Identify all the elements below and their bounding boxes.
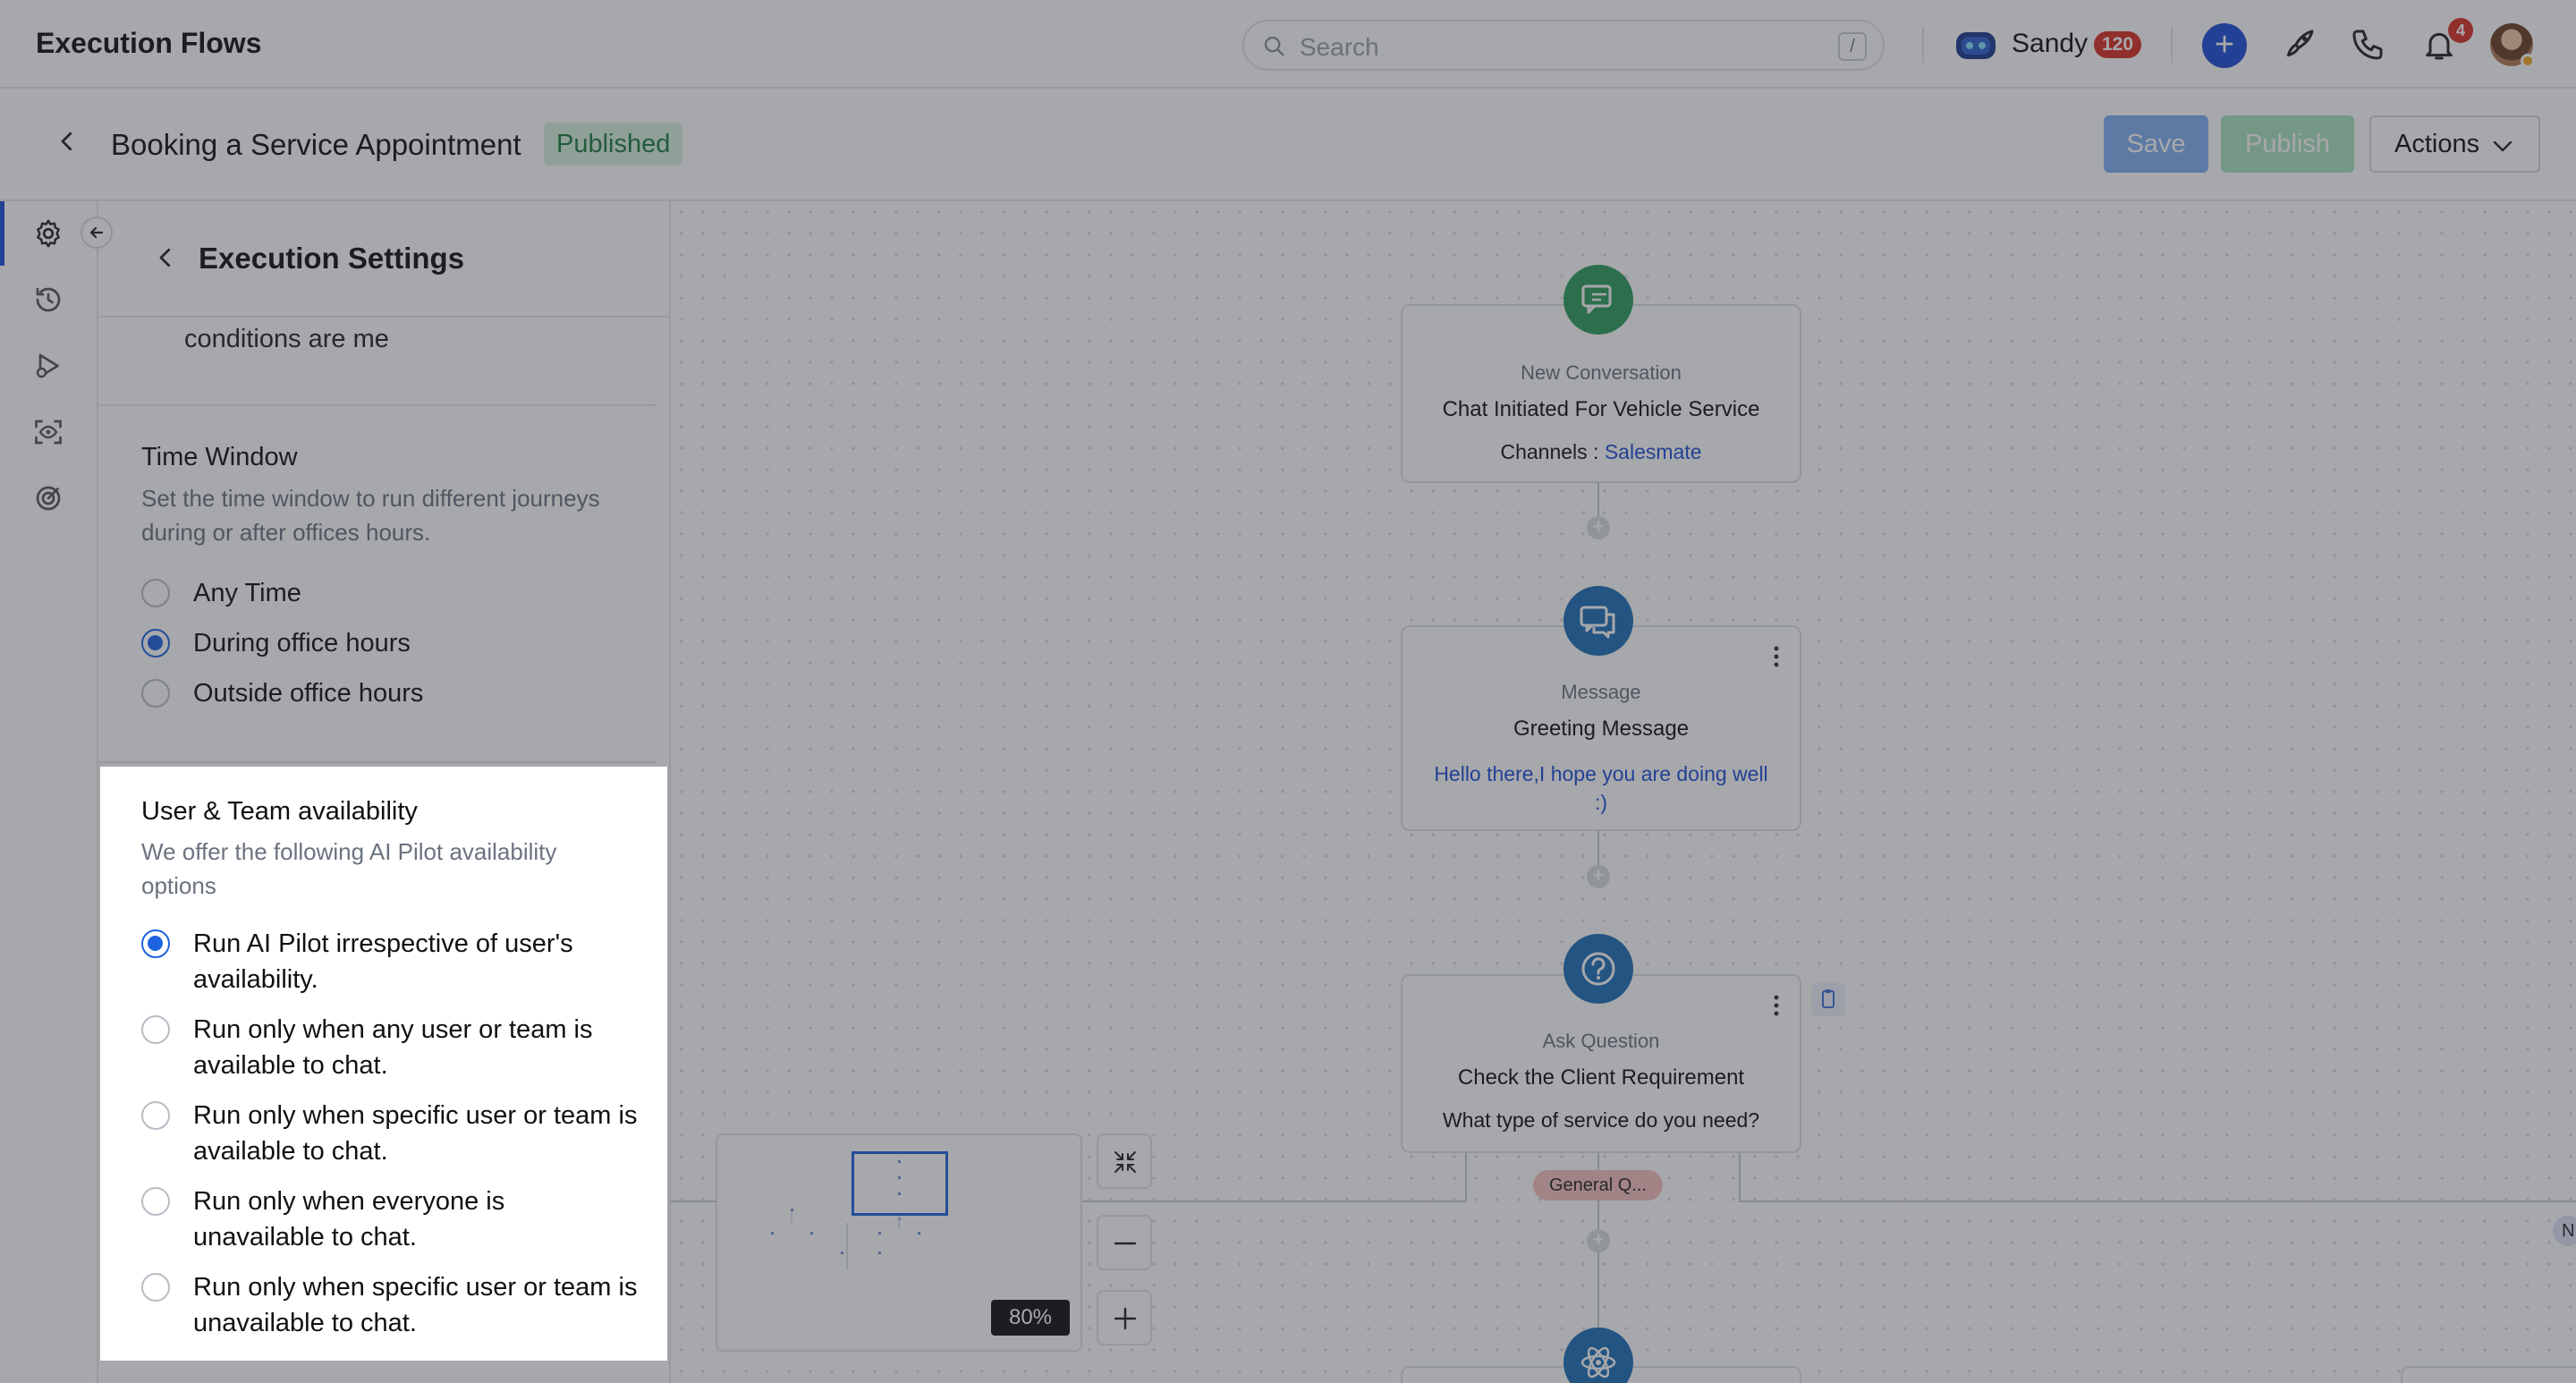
radio-button[interactable] (141, 679, 170, 708)
branch-tag[interactable]: N (2553, 1216, 2576, 1246)
save-button[interactable]: Save (2104, 115, 2208, 173)
flow-title: Booking a Service Appointment (111, 128, 521, 161)
add-step-button[interactable]: + (1587, 1229, 1610, 1252)
add-step-button[interactable]: + (1587, 865, 1610, 888)
radio-label: Any Time (193, 579, 301, 607)
radio-button[interactable] (141, 929, 170, 958)
notification-badge: 4 (2448, 18, 2473, 43)
divider (1922, 27, 1924, 63)
app-title: Execution Flows (36, 27, 262, 59)
radio-label: Run only when any user or team is availa… (193, 1015, 593, 1080)
zoom-level: 80% (991, 1300, 1070, 1336)
search-shortcut-key: / (1838, 32, 1867, 61)
panel-header: Execution Settings (98, 201, 669, 318)
play-icon[interactable] (32, 350, 64, 382)
panel-title: Execution Settings (199, 242, 465, 275)
divider (2171, 27, 2173, 63)
collapse-panel-button[interactable] (80, 216, 113, 249)
flow-node[interactable] (2401, 1366, 2576, 1383)
minus-icon (1114, 1242, 1137, 1245)
left-rail (0, 201, 98, 1383)
divider (98, 404, 657, 406)
radio-button[interactable] (141, 629, 170, 658)
more-options-icon[interactable] (1773, 994, 1780, 1017)
actions-dropdown[interactable]: Actions (2369, 115, 2540, 173)
connector (1739, 1201, 2576, 1202)
add-button[interactable]: + (2202, 23, 2247, 68)
phone-icon[interactable] (2350, 27, 2385, 63)
fit-view-button[interactable] (1097, 1133, 1152, 1189)
status-badge: Published (544, 123, 683, 165)
actions-label: Actions (2394, 130, 2480, 158)
message-icon (1563, 586, 1633, 656)
node-question-text: What type of service do you need? (1442, 1108, 1760, 1132)
status-dot (2521, 54, 2535, 68)
gear-icon[interactable] (32, 217, 64, 250)
previous-section-text: conditions are me (184, 325, 389, 353)
user-count-badge: 120 (2094, 31, 2142, 58)
question-icon (1563, 934, 1633, 1004)
atom-icon (1563, 1328, 1633, 1383)
publish-button[interactable]: Publish (2221, 115, 2354, 173)
flow-canvas[interactable]: + + + New Conversation Chat Initiated Fo… (671, 201, 2576, 1383)
more-options-icon[interactable] (1773, 645, 1780, 668)
node-detail-label: Channels : (1500, 440, 1599, 463)
radio-label: During office hours (193, 629, 411, 658)
add-step-button[interactable]: + (1587, 516, 1610, 539)
search-icon (1264, 36, 1284, 56)
plus-icon (1114, 1307, 1137, 1330)
time-window-description: Set the time window to run different jou… (141, 485, 600, 546)
radio-button[interactable] (141, 1187, 170, 1216)
node-type: Message (1561, 681, 1641, 703)
node-name: Greeting Message (1513, 717, 1690, 741)
branch-tag[interactable]: General Q... (1533, 1170, 1663, 1201)
search-input[interactable]: Search (1300, 33, 1379, 62)
radio-button[interactable] (141, 1273, 170, 1302)
radio-button[interactable] (141, 1101, 170, 1130)
availability-description: We offer the following AI Pilot availabi… (141, 838, 557, 899)
radio-label: Run AI Pilot irrespective of user's avai… (193, 929, 573, 994)
zoom-out-button[interactable] (1097, 1215, 1152, 1270)
flow-node-message[interactable]: Message Greeting Message Hello there,I h… (1401, 625, 1801, 831)
node-name: Check the Client Requirement (1457, 1065, 1745, 1090)
target-icon[interactable] (32, 482, 64, 514)
chat-icon (1563, 265, 1633, 335)
radio-label: Run only when everyone is unavailable to… (193, 1187, 505, 1251)
minimap[interactable]: 80% (716, 1133, 1082, 1352)
arrow-left-icon (89, 226, 104, 239)
copy-icon[interactable] (1811, 982, 1845, 1016)
node-name: Chat Initiated For Vehicle Service (1442, 397, 1760, 421)
availability-section: User & Team availability We offer the fo… (100, 767, 667, 1361)
search-box[interactable]: Search / (1242, 20, 1885, 71)
radio-button[interactable] (141, 579, 170, 607)
ai-bot-icon[interactable] (1954, 27, 1997, 63)
rocket-icon[interactable] (2281, 27, 2317, 63)
collapse-arrows-icon (1114, 1151, 1136, 1173)
flow-header: Booking a Service Appointment Published … (0, 89, 2576, 201)
chevron-left-icon[interactable] (54, 128, 80, 155)
avatar[interactable] (2490, 23, 2535, 68)
radio-button[interactable] (141, 1015, 170, 1044)
radio-label: Outside office hours (193, 679, 424, 708)
divider (98, 761, 657, 763)
history-icon[interactable] (32, 284, 64, 316)
user-name[interactable]: Sandy (2012, 29, 2088, 59)
radio-label: Run only when specific user or team is a… (193, 1101, 638, 1166)
chevron-down-icon (2493, 140, 2512, 152)
top-bar: Execution Flows Search / Sandy 120 + 4 (0, 0, 2576, 89)
connector (1739, 1151, 1741, 1202)
active-indicator (0, 201, 4, 266)
channel-link[interactable]: Salesmate (1605, 440, 1702, 463)
time-window-title: Time Window (141, 443, 298, 471)
zoom-in-button[interactable] (1097, 1290, 1152, 1345)
availability-title: User & Team availability (141, 797, 418, 826)
radio-label: Run only when specific user or team is u… (193, 1273, 638, 1337)
scan-eye-icon[interactable] (32, 416, 64, 448)
node-detail: Channels : Salesmate (1402, 440, 1800, 464)
node-message-text: Hello there,I hope you are doing well :) (1434, 762, 1768, 814)
node-type: Ask Question (1542, 1030, 1660, 1052)
node-type: New Conversation (1521, 361, 1682, 384)
chevron-left-icon[interactable] (152, 244, 179, 271)
connector (1465, 1151, 1467, 1202)
